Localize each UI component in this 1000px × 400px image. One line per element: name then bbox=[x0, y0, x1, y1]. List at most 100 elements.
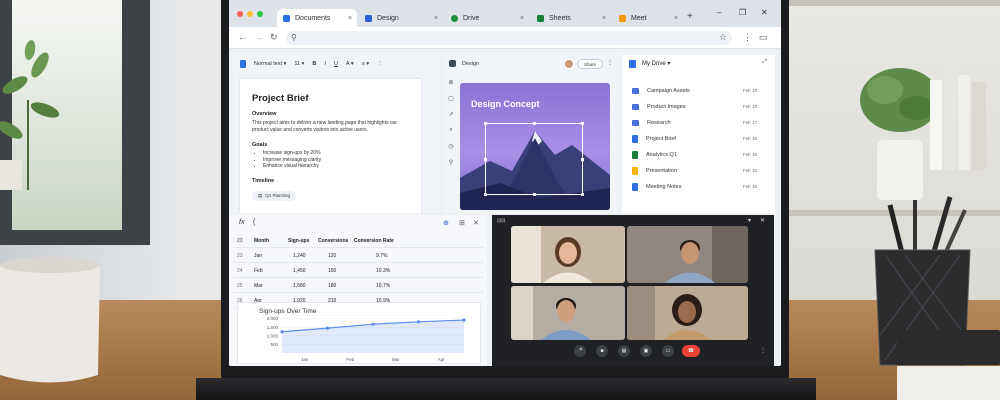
arrow-icon[interactable]: ↗ bbox=[448, 111, 453, 118]
side-panel-button[interactable]: ▭ bbox=[759, 32, 768, 43]
document-page[interactable]: Project Brief Overview This project aims… bbox=[240, 79, 421, 213]
font-size-dropdown[interactable]: 11 ▾ bbox=[294, 61, 304, 67]
list-item[interactable]: Project Brief Feb 16 bbox=[632, 132, 757, 145]
layout-icon[interactable]: ⊡⊡ bbox=[497, 218, 505, 224]
resize-handle[interactable] bbox=[581, 122, 584, 125]
add-icon[interactable]: ⊕ bbox=[448, 79, 453, 86]
back-button[interactable]: ← bbox=[238, 32, 247, 42]
resize-handle[interactable] bbox=[484, 193, 487, 196]
restore-button[interactable]: ❐ bbox=[739, 8, 746, 17]
cell[interactable]: Feb bbox=[254, 268, 263, 274]
table-row[interactable]: 24 Feb 1,450 150 10.3% bbox=[233, 263, 483, 278]
selection-box[interactable] bbox=[484, 122, 584, 196]
table-row[interactable]: 23 Jan 1,240 120 9.7% bbox=[233, 248, 483, 263]
minimize-button[interactable]: – bbox=[717, 8, 721, 17]
style-dropdown[interactable]: Normal text ▾ bbox=[254, 61, 286, 67]
video-tile[interactable] bbox=[627, 226, 748, 283]
tab-sheets[interactable]: Sheets × bbox=[531, 9, 611, 27]
bold-button[interactable]: B bbox=[312, 61, 316, 67]
cell[interactable]: 150 bbox=[328, 268, 336, 274]
data-point[interactable] bbox=[325, 326, 330, 330]
underline-button[interactable]: U bbox=[334, 61, 338, 67]
close-icon[interactable]: × bbox=[602, 15, 606, 22]
close-icon[interactable]: × bbox=[674, 15, 678, 22]
present-icon[interactable]: ▣ bbox=[640, 345, 652, 357]
text-color-button[interactable]: A ▾ bbox=[346, 61, 354, 67]
video-tile[interactable] bbox=[511, 286, 625, 340]
design-canvas[interactable]: Design Concept bbox=[460, 83, 610, 210]
cell[interactable]: 1,680 bbox=[293, 283, 306, 289]
close-window-button[interactable]: ✕ bbox=[761, 8, 768, 17]
my-drive-dropdown[interactable]: My Drive ▾ bbox=[642, 60, 670, 67]
cell[interactable]: Mar bbox=[254, 283, 263, 289]
close-icon[interactable]: ✕ bbox=[760, 217, 765, 224]
resize-handle[interactable] bbox=[533, 193, 536, 196]
more-icon[interactable]: ⋮ bbox=[760, 347, 766, 354]
video-tile[interactable] bbox=[627, 286, 748, 340]
reload-button[interactable]: ↻ bbox=[270, 32, 278, 43]
close-icon[interactable]: × bbox=[520, 15, 524, 22]
cell[interactable]: 10.3% bbox=[376, 268, 390, 274]
close-dot[interactable] bbox=[237, 11, 243, 17]
screen-icon[interactable]: ▭ bbox=[662, 345, 674, 357]
formula-bar[interactable]: ( bbox=[253, 219, 255, 226]
search-icon[interactable]: ⌕ bbox=[449, 127, 452, 134]
cell[interactable]: Jan bbox=[254, 253, 262, 259]
tab-design[interactable]: Design × bbox=[359, 9, 443, 27]
list-item[interactable]: Product Images Feb 18 bbox=[632, 100, 757, 113]
cell[interactable]: 10.7% bbox=[376, 283, 390, 289]
list-item[interactable]: Presentation Feb 15 bbox=[632, 164, 757, 177]
cell[interactable]: 1,240 bbox=[293, 253, 306, 259]
tab-drive[interactable]: Drive × bbox=[445, 9, 529, 27]
grid-icon[interactable]: ⊞ bbox=[459, 219, 465, 227]
cell[interactable]: 1,450 bbox=[293, 268, 306, 274]
close-icon[interactable]: × bbox=[434, 15, 438, 22]
expand-icon[interactable]: ⤢ bbox=[762, 59, 767, 66]
mic-icon[interactable]: 🎤 bbox=[574, 345, 586, 357]
history-icon[interactable]: ◷ bbox=[448, 143, 453, 150]
share-button[interactable]: Share bbox=[577, 59, 603, 69]
minimize-dot[interactable] bbox=[247, 11, 253, 17]
frame-icon[interactable]: ▢ bbox=[448, 95, 454, 102]
tab-documents[interactable]: Documents × bbox=[277, 9, 357, 27]
data-point[interactable] bbox=[416, 320, 421, 324]
more-icon[interactable]: ⋮ bbox=[377, 61, 383, 67]
forward-button[interactable]: → bbox=[254, 32, 263, 42]
list-item[interactable]: Analytics Q1 Feb 16 bbox=[632, 148, 757, 161]
resize-handle[interactable] bbox=[581, 193, 584, 196]
align-dropdown[interactable]: ≡ ▾ bbox=[362, 61, 370, 67]
chevron-down-icon[interactable]: ▾ bbox=[748, 217, 751, 224]
resize-handle[interactable] bbox=[533, 122, 536, 125]
italic-button[interactable]: I bbox=[324, 61, 326, 67]
end-call-icon[interactable]: ☎ bbox=[682, 345, 700, 357]
add-icon[interactable]: ⊕ bbox=[443, 219, 449, 227]
close-icon[interactable]: ✕ bbox=[473, 219, 479, 227]
more-icon[interactable]: ⋮ bbox=[607, 59, 613, 66]
data-point[interactable] bbox=[462, 318, 466, 322]
cell[interactable]: 180 bbox=[328, 283, 336, 289]
video-tile[interactable] bbox=[511, 226, 625, 283]
timeline-chip[interactable]: ▤ Q1 Planning bbox=[252, 190, 297, 201]
camera-icon[interactable]: ■ bbox=[596, 345, 608, 357]
line-chart[interactable]: Sign-ups Over Time 2,000 1,500 1,000 500 Jan… bbox=[237, 302, 481, 364]
data-point[interactable] bbox=[280, 330, 284, 334]
cell[interactable]: 9.7% bbox=[376, 253, 387, 259]
captions-icon[interactable]: ▤ bbox=[618, 345, 630, 357]
resize-handle[interactable] bbox=[484, 158, 487, 161]
list-item[interactable]: Meeting Notes Feb 16 bbox=[632, 180, 757, 193]
bookmark-star-icon[interactable]: ☆ bbox=[719, 32, 727, 43]
zoom-dot[interactable] bbox=[257, 11, 263, 17]
close-icon[interactable]: × bbox=[348, 15, 352, 22]
list-item[interactable]: Campaign Assets Feb 18 bbox=[632, 84, 757, 97]
pin-icon[interactable]: ⚲ bbox=[449, 159, 453, 166]
cell[interactable]: 120 bbox=[328, 253, 336, 259]
list-item[interactable]: Research Feb 17 bbox=[632, 116, 757, 129]
avatar[interactable] bbox=[564, 59, 574, 69]
address-bar[interactable]: ⚲ ☆ bbox=[286, 31, 732, 45]
menu-button[interactable]: ⋮ bbox=[743, 32, 752, 43]
resize-handle[interactable] bbox=[484, 122, 487, 125]
resize-handle[interactable] bbox=[581, 158, 584, 161]
new-tab-button[interactable]: + bbox=[687, 11, 693, 22]
tab-meet[interactable]: Meet × bbox=[613, 9, 683, 27]
table-row[interactable]: 25 Mar 1,680 180 10.7% bbox=[233, 278, 483, 293]
